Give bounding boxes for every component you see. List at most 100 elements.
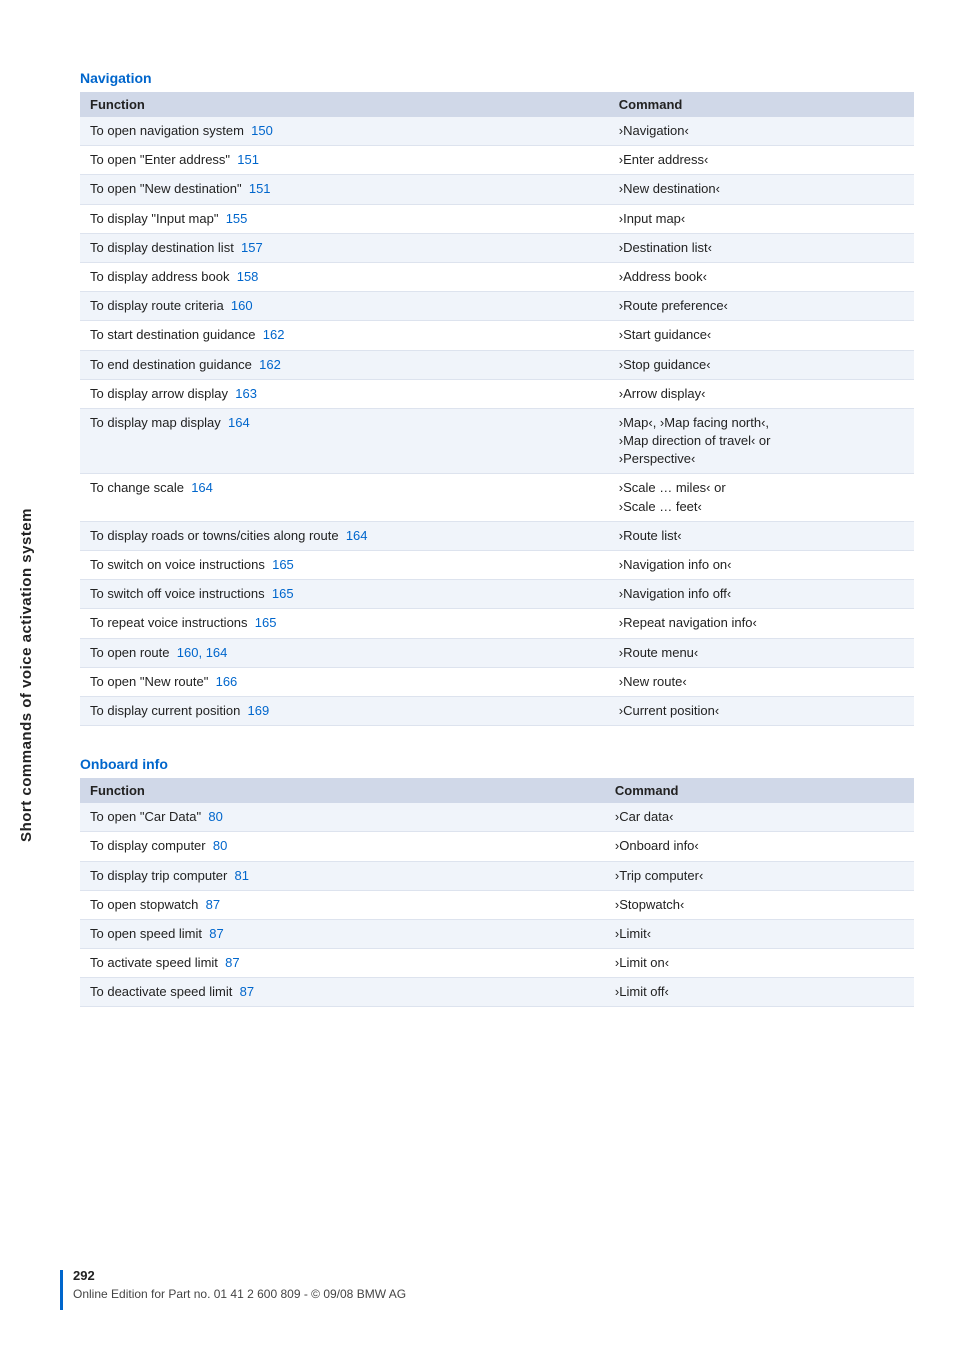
table-row: To switch off voice instructions 165 ›Na… <box>80 580 914 609</box>
page-num[interactable]: 162 <box>263 327 285 342</box>
command-cell: ›Limit off‹ <box>605 978 914 1007</box>
onboard-section: Onboard info Function Command To open "C… <box>80 756 914 1007</box>
command-cell: ›Input map‹ <box>609 204 914 233</box>
command-cell: ›Current position‹ <box>609 696 914 725</box>
page-num[interactable]: 87 <box>240 984 254 999</box>
page-reference[interactable]: 164 <box>191 480 213 495</box>
page-num[interactable]: 164 <box>228 415 250 430</box>
command-cell: ›Navigation‹ <box>609 117 914 146</box>
table-row: To activate speed limit 87 ›Limit on‹ <box>80 949 914 978</box>
function-cell: To display destination list 157 <box>80 233 609 262</box>
page-num[interactable]: 87 <box>225 955 239 970</box>
function-cell: To display computer 80 <box>80 832 605 861</box>
command-text: ›Repeat navigation info‹ <box>619 615 757 630</box>
page-num[interactable]: 87 <box>209 926 223 941</box>
command-text: ›Current position‹ <box>619 703 719 718</box>
function-text: To display map display <box>90 415 221 430</box>
table-row: To open navigation system 150 ›Navigatio… <box>80 117 914 146</box>
page-num[interactable]: 169 <box>248 703 270 718</box>
function-text: To display address book <box>90 269 229 284</box>
command-cell: ›Map‹, ›Map facing north‹,›Map direction… <box>609 408 914 474</box>
page-num[interactable]: 80 <box>208 809 222 824</box>
page-num[interactable]: 158 <box>237 269 259 284</box>
page-num[interactable]: 165 <box>272 557 294 572</box>
command-text: ›Trip computer‹ <box>615 868 703 883</box>
command-cell: ›New destination‹ <box>609 175 914 204</box>
page-num[interactable]: 163 <box>235 386 257 401</box>
table-row: To open "Enter address" 151 ›Enter addre… <box>80 146 914 175</box>
function-cell: To display current position 169 <box>80 696 609 725</box>
command-cell: ›Route list‹ <box>609 521 914 550</box>
table-row: To display map display 164 ›Map‹, ›Map f… <box>80 408 914 474</box>
table-row: To open "New route" 166 ›New route‹ <box>80 667 914 696</box>
command-cell: ›Trip computer‹ <box>605 861 914 890</box>
function-cell: To open route 160, 164 <box>80 638 609 667</box>
page-num[interactable]: 150 <box>251 123 273 138</box>
command-cell: ›Enter address‹ <box>609 146 914 175</box>
page-reference[interactable]: 157 <box>241 240 263 255</box>
page-num[interactable]: 81 <box>235 868 249 883</box>
page-reference[interactable]: 169 <box>248 703 270 718</box>
function-cell: To open stopwatch 87 <box>80 890 605 919</box>
command-text: ›Navigation info off‹ <box>619 586 732 601</box>
page-num[interactable]: 164 <box>206 645 228 660</box>
page-reference[interactable]: 162 <box>263 327 285 342</box>
table-row: To end destination guidance 162 ›Stop gu… <box>80 350 914 379</box>
function-text: To open navigation system <box>90 123 244 138</box>
table-row: To display computer 80 ›Onboard info‹ <box>80 832 914 861</box>
ob-col-function: Function <box>80 778 605 803</box>
command-text: ›Stop guidance‹ <box>619 357 711 372</box>
page-reference[interactable]: 151 <box>237 152 259 167</box>
page-reference[interactable]: 166 <box>216 674 238 689</box>
function-text: To switch on voice instructions <box>90 557 265 572</box>
page-reference[interactable]: 151 <box>249 181 271 196</box>
command-text: ›Enter address‹ <box>619 152 709 167</box>
page-num[interactable]: 166 <box>216 674 238 689</box>
navigation-section: Navigation Function Command To open navi… <box>80 70 914 726</box>
function-cell: To start destination guidance 162 <box>80 321 609 350</box>
page-num[interactable]: 157 <box>241 240 263 255</box>
function-cell: To display arrow display 163 <box>80 379 609 408</box>
page-reference[interactable]: 164 <box>346 528 368 543</box>
page-reference[interactable]: 165 <box>255 615 277 630</box>
page-num[interactable]: 164 <box>346 528 368 543</box>
command-text: ›New route‹ <box>619 674 687 689</box>
command-text: ›Address book‹ <box>619 269 707 284</box>
page-num[interactable]: 164 <box>191 480 213 495</box>
page-reference[interactable]: 158 <box>237 269 259 284</box>
function-cell: To end destination guidance 162 <box>80 350 609 379</box>
page-num[interactable]: 160 <box>231 298 253 313</box>
page-reference[interactable]: 162 <box>259 357 281 372</box>
command-text: ›Arrow display‹ <box>619 386 706 401</box>
page-reference[interactable]: 160 <box>231 298 253 313</box>
sidebar-label: Short commands of voice activation syste… <box>18 508 35 842</box>
table-row: To deactivate speed limit 87 ›Limit off‹ <box>80 978 914 1007</box>
page-reference[interactable]: 165 <box>272 586 294 601</box>
function-text: To open route <box>90 645 170 660</box>
page-num[interactable]: 151 <box>237 152 259 167</box>
page-reference[interactable]: 165 <box>272 557 294 572</box>
page-num[interactable]: 165 <box>272 586 294 601</box>
page-reference[interactable]: 160, 164 <box>177 645 228 660</box>
ob-col-command: Command <box>605 778 914 803</box>
command-text: ›Route list‹ <box>619 528 682 543</box>
page-num[interactable]: 165 <box>255 615 277 630</box>
page-num[interactable]: 160 <box>177 645 199 660</box>
command-cell: ›Onboard info‹ <box>605 832 914 861</box>
page-num[interactable]: 80 <box>213 838 227 853</box>
page-reference[interactable]: 164 <box>228 415 250 430</box>
function-cell: To switch off voice instructions 165 <box>80 580 609 609</box>
command-text: ›Destination list‹ <box>619 240 712 255</box>
page-reference[interactable]: 163 <box>235 386 257 401</box>
page-num[interactable]: 162 <box>259 357 281 372</box>
page-reference[interactable]: 155 <box>226 211 248 226</box>
page-reference[interactable]: 150 <box>251 123 273 138</box>
page-num[interactable]: 87 <box>206 897 220 912</box>
page-num[interactable]: 151 <box>249 181 271 196</box>
function-text: To deactivate speed limit <box>90 984 232 999</box>
command-cell: ›Limit on‹ <box>605 949 914 978</box>
nav-col-command: Command <box>609 92 914 117</box>
table-row: To display address book 158 ›Address boo… <box>80 262 914 291</box>
function-text: To open "New route" <box>90 674 208 689</box>
page-num[interactable]: 155 <box>226 211 248 226</box>
